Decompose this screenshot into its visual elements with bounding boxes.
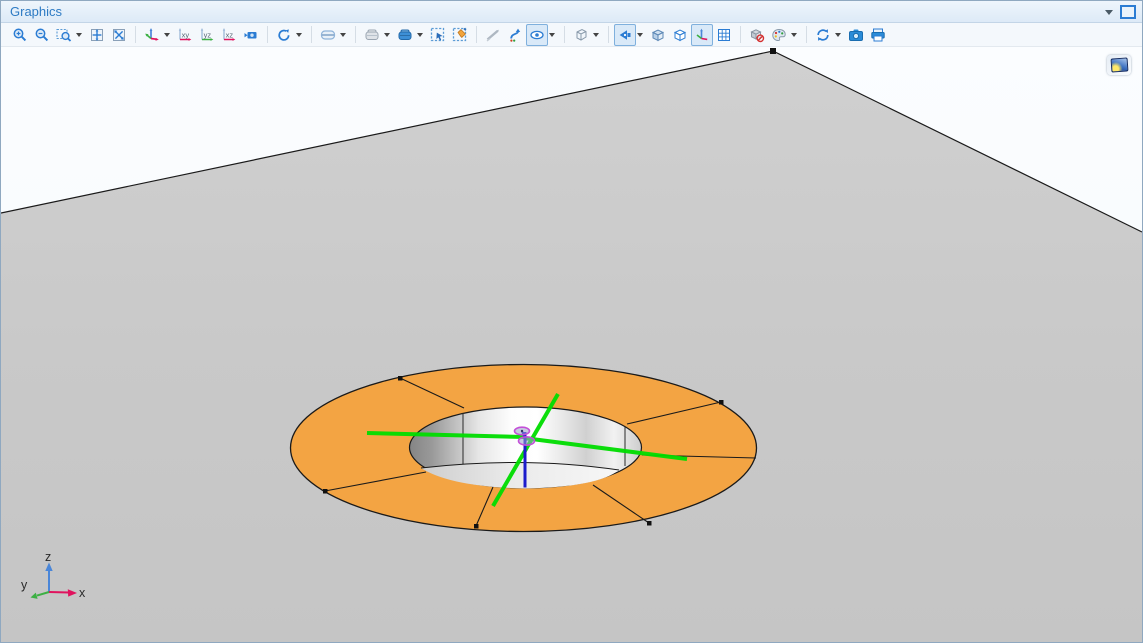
outline-rendering-button[interactable] <box>669 24 691 46</box>
graphics-toolbar: xy yz xz <box>1 23 1142 47</box>
toolbar-separator <box>311 26 312 43</box>
grid-icon <box>716 27 732 43</box>
clip-plane-caret[interactable] <box>384 33 390 37</box>
show-grid-button[interactable] <box>713 24 735 46</box>
toolbar-separator <box>564 26 565 43</box>
print-button[interactable] <box>867 24 889 46</box>
reset-view-button[interactable] <box>812 24 834 46</box>
go-to-xz-view-button[interactable]: xz <box>218 24 240 46</box>
view-visibility-button[interactable] <box>526 24 548 46</box>
deselect-box-button[interactable] <box>449 24 471 46</box>
plate-vertex[interactable] <box>770 48 776 54</box>
zoom-extents-icon <box>89 27 105 43</box>
zoom-in-icon <box>12 27 28 43</box>
view-direction-icon <box>617 27 633 43</box>
reset-view-icon <box>815 27 831 43</box>
toolbar-separator <box>135 26 136 43</box>
toolbar-separator <box>267 26 268 43</box>
scene-camera-icon <box>243 27 259 43</box>
surface-rendering-button[interactable] <box>647 24 669 46</box>
zoom-box-icon <box>56 27 72 43</box>
scene-light-button[interactable] <box>317 24 339 46</box>
comsol-logo-button[interactable] <box>1107 55 1131 75</box>
snapshot-camera-icon <box>848 27 864 43</box>
rotate-icon <box>276 27 292 43</box>
toolbar-separator <box>608 26 609 43</box>
view-direction-button[interactable] <box>614 24 636 46</box>
toolbar-separator <box>740 26 741 43</box>
color-palette-caret[interactable] <box>791 33 797 37</box>
svg-text:yz: yz <box>204 30 212 39</box>
eye-icon <box>529 27 545 43</box>
zoom-to-selection-button[interactable] <box>108 24 130 46</box>
zoom-box-caret[interactable] <box>76 33 82 37</box>
previous-selection-button[interactable] <box>504 24 526 46</box>
graphics-window: Graphics xy yz xz <box>0 0 1143 643</box>
yz-view-icon: yz <box>199 27 215 43</box>
titlebar-menu-caret[interactable] <box>1105 10 1113 15</box>
zoom-out-button[interactable] <box>31 24 53 46</box>
toolbar-separator <box>476 26 477 43</box>
svg-text:xy: xy <box>182 30 190 39</box>
select-box-button[interactable] <box>427 24 449 46</box>
rotate-caret[interactable] <box>296 33 302 37</box>
wireframe-rendering-caret[interactable] <box>593 33 599 37</box>
wireframe-rendering-button[interactable] <box>570 24 592 46</box>
default-view-caret[interactable] <box>164 33 170 37</box>
view-visibility-caret[interactable] <box>549 33 555 37</box>
hide-geometry-icon <box>749 27 765 43</box>
axis-label-z: z <box>45 550 51 564</box>
go-to-xy-view-button[interactable]: xy <box>174 24 196 46</box>
svg-text:xz: xz <box>226 30 234 39</box>
axis-orientation-icon <box>694 27 710 43</box>
wireframe-cube-icon <box>573 27 589 43</box>
window-title: Graphics <box>1 4 62 19</box>
select-hidden-icon <box>485 27 501 43</box>
clip-plane-icon <box>364 27 380 43</box>
scene-light-icon <box>320 27 336 43</box>
xz-view-icon: xz <box>221 27 237 43</box>
graphics-viewport[interactable]: z x y <box>1 47 1142 642</box>
rotate-button[interactable] <box>273 24 295 46</box>
show-axis-orientation-button[interactable] <box>691 24 713 46</box>
scene-3d[interactable]: z x y <box>1 47 1142 642</box>
snapshot-button[interactable] <box>845 24 867 46</box>
clip-plane-button[interactable] <box>361 24 383 46</box>
select-box-icon <box>430 27 446 43</box>
go-to-yz-view-button[interactable]: yz <box>196 24 218 46</box>
zoom-box-button[interactable] <box>53 24 75 46</box>
comsol-logo-icon <box>1110 57 1128 72</box>
view-direction-caret[interactable] <box>637 33 643 37</box>
clip-plane-active-icon <box>397 27 413 43</box>
outline-box-icon <box>672 27 688 43</box>
axis-label-y: y <box>21 578 28 592</box>
toolbar-separator <box>806 26 807 43</box>
zoom-in-button[interactable] <box>9 24 31 46</box>
select-hidden-button[interactable] <box>482 24 504 46</box>
previous-selection-icon <box>507 27 523 43</box>
plate-surface[interactable] <box>1 51 1142 642</box>
scene-camera-button[interactable] <box>240 24 262 46</box>
titlebar: Graphics <box>1 1 1142 23</box>
deselect-box-icon <box>452 27 468 43</box>
hide-geometry-button[interactable] <box>746 24 768 46</box>
toolbar-separator <box>355 26 356 43</box>
zoom-out-icon <box>34 27 50 43</box>
axis-label-x: x <box>79 586 86 600</box>
scene-light-caret[interactable] <box>340 33 346 37</box>
reset-view-caret[interactable] <box>835 33 841 37</box>
clip-plane-active-button[interactable] <box>394 24 416 46</box>
zoom-to-selection-icon <box>111 27 127 43</box>
zoom-extents-button[interactable] <box>86 24 108 46</box>
xy-view-icon: xy <box>177 27 193 43</box>
clip-plane-active-caret[interactable] <box>417 33 423 37</box>
color-palette-icon <box>771 27 787 43</box>
color-palette-button[interactable] <box>768 24 790 46</box>
go-to-default-view-button[interactable] <box>141 24 163 46</box>
default-view-icon <box>144 27 160 43</box>
surface-box-icon <box>650 27 666 43</box>
print-icon <box>870 27 886 43</box>
float-window-button[interactable] <box>1120 5 1136 19</box>
